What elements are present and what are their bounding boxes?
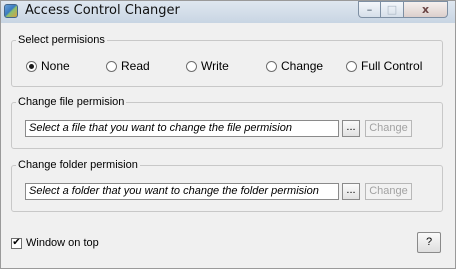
browse-folder-button[interactable]: ... <box>342 183 360 200</box>
file-permission-legend: Change file permision <box>18 96 125 108</box>
permissions-group: Select permisions None Read Write Change… <box>11 34 443 87</box>
radio-selected-icon <box>26 60 37 72</box>
radio-unselected-icon <box>266 60 277 72</box>
browse-file-button[interactable]: ... <box>342 120 360 137</box>
radio-change-label: Change <box>281 59 324 73</box>
close-button[interactable]: x <box>403 1 448 18</box>
close-icon: x <box>421 3 430 16</box>
file-permission-group: Change file permision Select a file that… <box>11 96 443 149</box>
window-on-top-checkbox[interactable]: ✔ Window on top <box>11 237 99 249</box>
radio-unselected-icon <box>106 60 117 72</box>
window-title: Access Control Changer <box>25 3 180 18</box>
radio-full-control-label: Full Control <box>361 59 423 73</box>
minimize-icon: – <box>366 3 373 16</box>
radio-unselected-icon <box>346 60 357 72</box>
folder-path-field[interactable]: Select a folder that you want to change … <box>25 183 339 200</box>
window-on-top-label: Window on top <box>26 237 99 249</box>
radio-full-control[interactable]: Full Control <box>346 59 422 73</box>
folder-permission-legend: Change folder permision <box>18 159 138 171</box>
radio-unselected-icon <box>186 60 197 72</box>
maximize-button[interactable]: □ <box>380 1 404 18</box>
help-button[interactable]: ? <box>417 232 441 253</box>
radio-none[interactable]: None <box>26 59 70 73</box>
radio-none-label: None <box>41 59 70 73</box>
change-file-button[interactable]: Change <box>365 120 412 137</box>
client-area: Select permisions None Read Write Change… <box>1 23 455 268</box>
radio-read-label: Read <box>121 59 150 73</box>
minimize-button[interactable]: – <box>358 1 381 18</box>
radio-change[interactable]: Change <box>266 59 323 73</box>
permissions-legend: Select permisions <box>18 34 105 46</box>
radio-write[interactable]: Write <box>186 59 229 73</box>
folder-permission-group: Change folder permision Select a folder … <box>11 159 443 212</box>
app-window: Access Control Changer – □ x Select perm… <box>0 0 456 269</box>
checkmark-icon: ✔ <box>11 237 22 249</box>
title-bar[interactable]: Access Control Changer – □ x <box>1 1 455 23</box>
radio-read[interactable]: Read <box>106 59 150 73</box>
radio-write-label: Write <box>201 59 229 73</box>
app-shield-icon <box>4 4 18 18</box>
file-path-field[interactable]: Select a file that you want to change th… <box>25 120 339 137</box>
change-folder-button[interactable]: Change <box>365 183 412 200</box>
maximize-icon: □ <box>386 3 398 16</box>
